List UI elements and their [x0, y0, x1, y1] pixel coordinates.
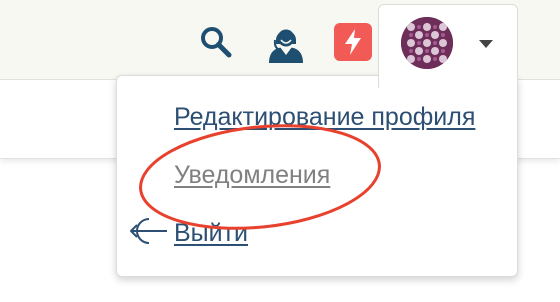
lightning-icon: [345, 29, 361, 55]
search-icon: [201, 27, 232, 58]
flash-badge: [334, 23, 372, 61]
avatar: [401, 17, 453, 69]
user-menu-trigger[interactable]: [378, 4, 518, 88]
logout-icon: [130, 218, 167, 244]
notifications-flash-button[interactable]: [333, 22, 373, 62]
menu-item-notifications[interactable]: Уведомления: [174, 161, 330, 190]
support-agent-icon: [269, 29, 303, 63]
user-dropdown-menu: Редактирование профиля Уведомления Выйти: [116, 75, 518, 277]
menu-item-logout[interactable]: Выйти: [174, 219, 248, 248]
search-button[interactable]: [196, 22, 236, 62]
support-button[interactable]: [262, 18, 310, 66]
chevron-down-icon: [479, 40, 493, 48]
menu-item-edit-profile[interactable]: Редактирование профиля: [174, 103, 475, 132]
